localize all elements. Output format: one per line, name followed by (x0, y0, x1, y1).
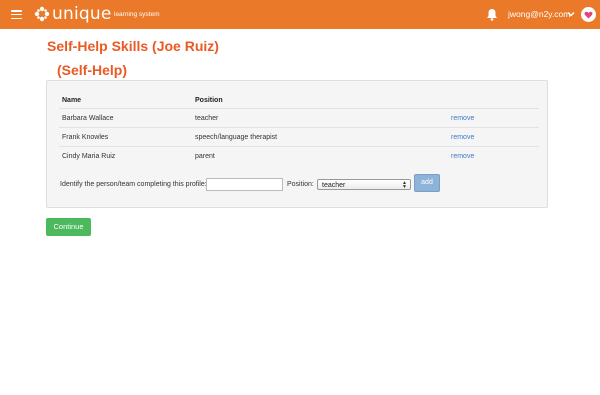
favorites-button[interactable] (581, 7, 596, 22)
row-name: Cindy Maria Ruiz (62, 153, 116, 160)
user-email[interactable]: jwong@n2y.com (508, 9, 570, 20)
remove-link[interactable]: remove (451, 152, 474, 161)
continue-button[interactable]: Continue (46, 218, 91, 236)
heart-icon (584, 11, 593, 19)
select-arrows-icon: ▲ ▼ (402, 180, 407, 190)
table-row: Cindy Maria Ruiz parent remove (59, 146, 539, 165)
column-header-name: Name (62, 97, 82, 104)
chevron-down-icon[interactable] (567, 11, 575, 17)
page-subtitle: (Self-Help) (57, 62, 127, 78)
row-name: Barbara Wallace (62, 115, 114, 122)
remove-link[interactable]: remove (451, 133, 474, 142)
page-title: Self-Help Skills (Joe Ruiz) (47, 38, 219, 54)
row-position: speech/language therapist (195, 134, 278, 141)
table-row: Barbara Wallace teacher remove (59, 108, 539, 127)
brand-name[interactable]: unique (52, 4, 112, 24)
identify-person-input[interactable] (206, 178, 283, 191)
top-bar: unique learning system jwong@n2y.com (0, 0, 600, 29)
position-select-value: teacher (322, 182, 346, 189)
row-name: Frank Knowles (62, 134, 109, 141)
add-button[interactable]: add (414, 174, 440, 192)
brand-subtitle: learning system (114, 11, 160, 18)
menu-icon[interactable] (11, 10, 22, 20)
profile-team-panel: Name Position Barbara Wallace teacher re… (46, 80, 548, 208)
column-header-position: Position (195, 97, 223, 104)
remove-link[interactable]: remove (451, 114, 474, 123)
identify-label: Identify the person/team completing this… (60, 181, 207, 188)
bell-icon[interactable] (486, 8, 498, 21)
position-label: Position: (287, 181, 314, 188)
table-row: Frank Knowles speech/language therapist … (59, 127, 539, 146)
logo-icon (34, 6, 50, 22)
row-position: parent (195, 153, 215, 160)
row-position: teacher (195, 115, 219, 122)
position-select[interactable]: teacher ▲ ▼ (317, 179, 411, 190)
